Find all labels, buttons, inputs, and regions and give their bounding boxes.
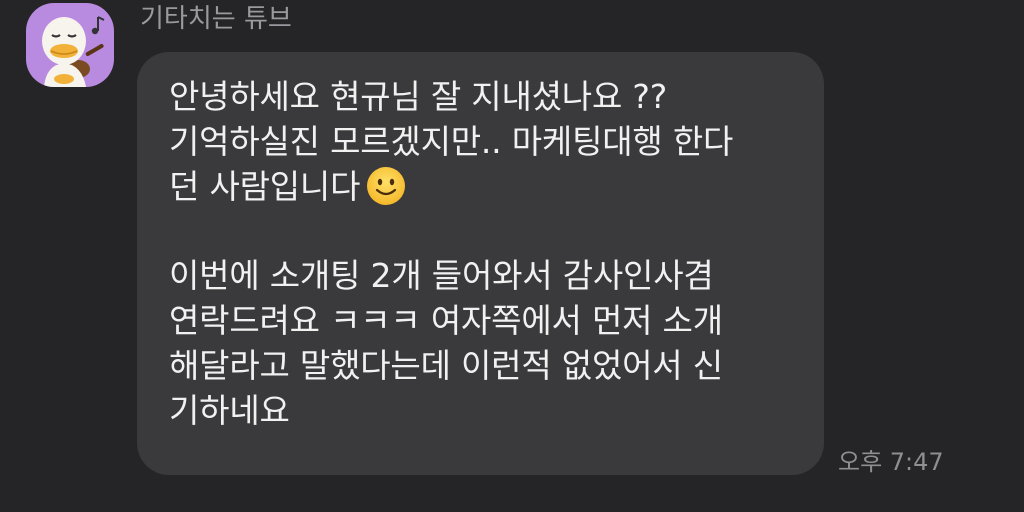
sender-name: 기타치는 튜브 (140, 4, 292, 34)
message-line: 해달라고 말했다는데 이런적 없었어서 신 (169, 345, 723, 385)
slightly-smiling-face-icon (367, 166, 406, 205)
message-line: 기하네요 (169, 390, 290, 430)
message-line: 안녕하세요 현규님 잘 지내셨나요 ?? (169, 77, 668, 116)
avatar[interactable] (26, 3, 114, 87)
message-line: 이번에 소개팅 2개 들어와서 감사인사겸 (169, 256, 714, 296)
message-line: 기억하실진 모르겠지만.. 마케팅대행 한다 (169, 121, 734, 161)
message-timestamp: 오후 7:47 (838, 448, 944, 476)
message-bubble[interactable]: 안녕하세요 현규님 잘 지내셨나요 ?? 기억하실진 모르겠지만.. 마케팅대행… (137, 52, 824, 475)
duck-guitar-icon (42, 16, 105, 87)
message-line: 연락드려요 ㅋㅋㅋ 여자쪽에서 먼저 소개 (169, 300, 723, 340)
message-line-with-emoji: 던 사람입니다 (169, 165, 800, 210)
message-line-text: 던 사람입니다 (169, 166, 361, 206)
